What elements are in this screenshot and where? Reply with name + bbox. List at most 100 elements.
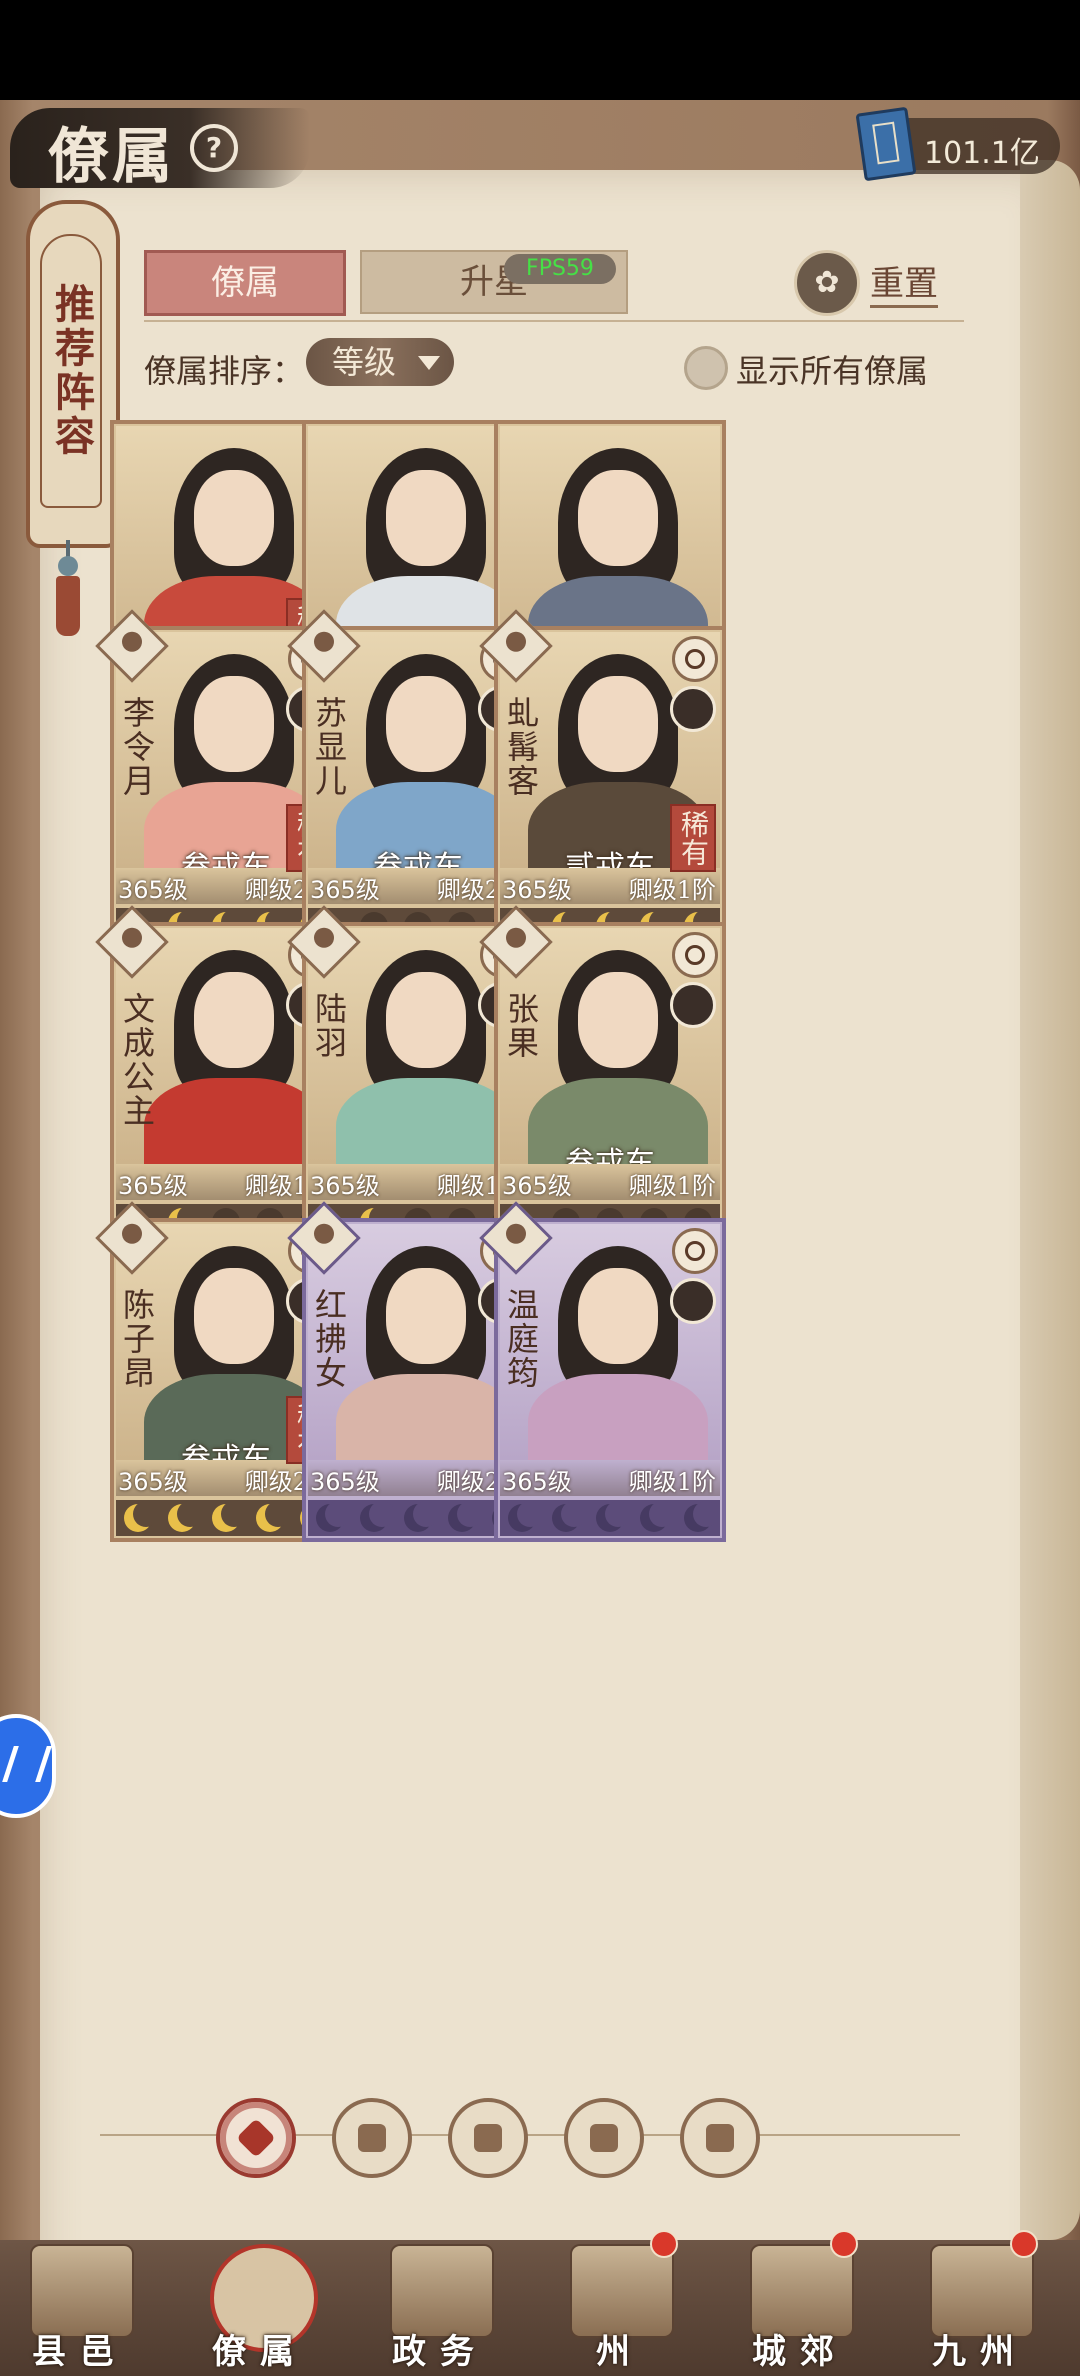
nav-item[interactable]: 僚属: [180, 2240, 340, 2376]
divider: [144, 320, 964, 322]
nav-label: 县邑: [32, 2332, 128, 2372]
portrait-face: [578, 972, 658, 1068]
gourd-filter-button[interactable]: [448, 2098, 528, 2178]
moon-star-icon: [552, 1501, 587, 1532]
nav-label: 州: [596, 2332, 644, 2372]
fps-badge: FPS59: [504, 254, 616, 284]
portrait-face: [386, 470, 466, 566]
card-level: 365级: [310, 1172, 380, 1200]
moon-star-icon: [168, 1501, 203, 1532]
sort-row: 僚属排序： 等级 显示所有僚属: [144, 338, 964, 394]
portrait-face: [194, 1268, 274, 1364]
portrait-body: [144, 1078, 324, 1164]
card-name: 张果: [502, 992, 540, 1060]
card-name: 温庭筠: [502, 1288, 540, 1390]
rare-badge: 稀有: [670, 804, 716, 872]
moon-star-icon: [316, 1501, 351, 1532]
card-level: 365级: [502, 876, 572, 904]
card-name: 虬髯客: [502, 696, 540, 798]
subordinate-card[interactable]: 叁戎车 张果 365级 卿级1阶: [479, 905, 726, 1246]
game-screen: 僚属 ? 101.1亿 推荐阵容 僚属 升星 FPS59 ✿ 重置 僚属排序： …: [0, 100, 1080, 2376]
show-all-label: 显示所有僚属: [736, 352, 929, 390]
nav-label: 僚属: [212, 2332, 308, 2372]
nav-item[interactable]: 县邑: [0, 2240, 160, 2376]
attribute-icon: [672, 932, 718, 978]
portrait-face: [578, 676, 658, 772]
card-level: 365级: [310, 1468, 380, 1496]
moon-star-icon: [684, 1501, 719, 1532]
chevron-down-icon: [418, 356, 440, 370]
moon-star-icon: [212, 1501, 247, 1532]
bottom-nav: 县邑 僚属 政务 州 城郊 九州: [0, 2230, 1080, 2376]
card-level: 365级: [118, 1172, 188, 1200]
subordinate-card[interactable]: 贰戎车 虬髯客 稀有 365级 卿级1阶: [479, 609, 726, 950]
moon-star-icon: [640, 1501, 675, 1532]
nav-item[interactable]: 政务: [360, 2240, 520, 2376]
nav-item[interactable]: 城郊: [720, 2230, 880, 2376]
bell-icon: [358, 2124, 386, 2152]
card-name: 陆羽: [310, 992, 348, 1060]
nav-label: 城郊: [752, 2332, 848, 2372]
currency-display[interactable]: 101.1亿: [855, 106, 1060, 182]
card-rank: 卿级1阶: [628, 1172, 716, 1200]
diamond-icon: [236, 2118, 276, 2158]
portrait-face: [386, 1268, 466, 1364]
bell-filter-button[interactable]: [332, 2098, 412, 2178]
card-rank: 卿级1阶: [628, 876, 716, 904]
header: 僚属 ? 101.1亿: [0, 100, 1080, 192]
portrait-face: [194, 972, 274, 1068]
faction-filter-row: [100, 2090, 960, 2180]
subordinate-card[interactable]: 温庭筠 365级 卿级1阶: [479, 1201, 726, 1542]
card-level: 365级: [502, 1172, 572, 1200]
floating-assistant-button[interactable]: [0, 1714, 56, 1818]
fan-icon: [590, 2124, 618, 2152]
reset-icon: ✿: [794, 250, 860, 316]
card-level: 365级: [502, 1468, 572, 1496]
fan-filter-button[interactable]: [564, 2098, 644, 2178]
card-grid[interactable]: 叁戎车稀有365级卿级1阶365级卿级2阶365级卿级2阶叁戎车李令月稀有365…: [40, 400, 1040, 2090]
nav-item[interactable]: 州: [540, 2230, 700, 2376]
nav-label: 政务: [392, 2332, 488, 2372]
notification-dot: [830, 2230, 858, 2258]
portrait-body: [336, 1374, 516, 1460]
help-icon[interactable]: ?: [190, 124, 238, 172]
gourd-icon: [474, 2124, 502, 2152]
notification-dot: [1010, 2230, 1038, 2258]
page-title: 僚属: [48, 122, 176, 192]
card-chariot-rank: 叁戎车: [565, 1146, 655, 1164]
nav-label: 九州: [932, 2332, 1028, 2372]
diamond-filter-button[interactable]: [216, 2098, 296, 2178]
card-level: 365级: [310, 876, 380, 904]
star-row: [500, 1500, 720, 1536]
moon-star-icon: [404, 1501, 439, 1532]
card-name: 陈子昂: [118, 1288, 156, 1390]
lion-icon: [706, 2124, 734, 2152]
partner-avatar: [670, 686, 716, 732]
portrait-face: [194, 470, 274, 566]
lion-filter-button[interactable]: [680, 2098, 760, 2178]
portrait-body: [528, 1374, 708, 1460]
card-level: 365级: [118, 876, 188, 904]
radio-button[interactable]: [684, 346, 728, 390]
card-name: 苏显儿: [310, 696, 348, 798]
portrait-face: [386, 676, 466, 772]
partner-avatar: [670, 1278, 716, 1324]
partner-avatar: [670, 982, 716, 1028]
moon-star-icon: [360, 1501, 395, 1532]
reset-label: 重置: [870, 256, 938, 308]
sort-label: 僚属排序：: [144, 352, 305, 390]
tab-bar: 僚属 升星 FPS59 ✿ 重置: [144, 250, 964, 316]
sort-dropdown[interactable]: 等级: [306, 338, 454, 386]
attribute-icon: [672, 636, 718, 682]
reset-button[interactable]: ✿ 重置: [794, 250, 964, 316]
attribute-icon: [672, 1228, 718, 1274]
portrait-face: [386, 972, 466, 1068]
currency-value: 101.1亿: [924, 136, 1040, 171]
status-bar: [0, 0, 1080, 100]
moon-star-icon: [448, 1501, 483, 1532]
portrait-body: [336, 1078, 516, 1164]
moon-star-icon: [508, 1501, 543, 1532]
card-rank: 卿级1阶: [628, 1468, 716, 1496]
tab-subordinates[interactable]: 僚属: [144, 250, 346, 316]
nav-item[interactable]: 九州: [900, 2230, 1060, 2376]
